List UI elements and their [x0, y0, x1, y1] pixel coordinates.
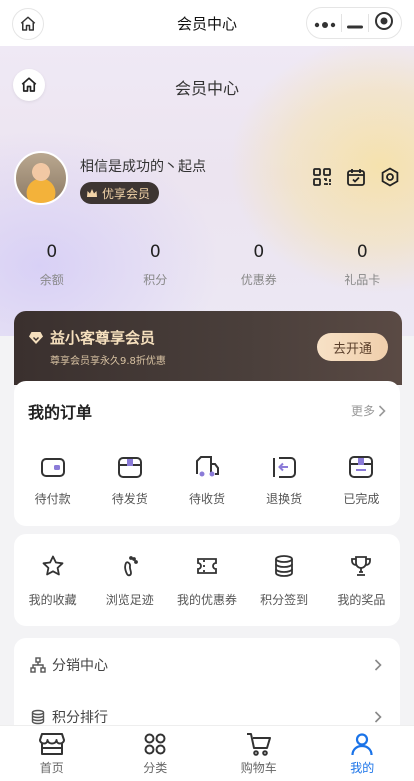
avatar[interactable] [14, 151, 68, 205]
more-dots-icon[interactable] [314, 14, 336, 33]
menu-item-label: 分销中心 [52, 658, 108, 674]
nickname: 相信是成功的丶起点 [80, 159, 206, 175]
grid-icon [144, 733, 166, 755]
stat-coupons[interactable]: 0 优惠券 [207, 242, 311, 288]
tool-label: 我的优惠券 [176, 593, 237, 607]
menu-item-distribution[interactable]: 分销中心 [14, 640, 400, 690]
order-status-label: 已完成 [343, 492, 380, 506]
chevron-right-icon [374, 711, 382, 723]
vip-level-label: 优享会员 [102, 186, 151, 201]
completed-box-icon [347, 453, 375, 481]
user-icon [351, 733, 373, 756]
order-pending-receipt[interactable]: 待收货 [168, 453, 245, 507]
tab-category[interactable]: 分类 [104, 726, 208, 781]
order-pending-shipment[interactable]: 待发货 [91, 453, 168, 507]
my-orders-card: 我的订单 更多 待付款 待发货 待收货 退换货 已完成 [14, 381, 400, 526]
package-icon [116, 453, 144, 481]
chevron-right-icon [374, 659, 382, 671]
asset-stats: 0 余额 0 积分 0 优惠券 0 礼品卡 [0, 242, 414, 288]
tool-label: 我的奖品 [337, 593, 386, 607]
stat-label: 积分 [143, 273, 168, 287]
star-icon [39, 552, 67, 580]
network-icon [30, 657, 46, 673]
member-hero: 会员中心 相信是成功的丶起点 优享会员 0 余额 0 积分 0 优惠券 0 礼品… [0, 46, 414, 336]
tool-coupons[interactable]: 我的优惠券 [168, 552, 245, 608]
minimize-icon[interactable] [346, 14, 363, 33]
crown-icon [87, 189, 97, 197]
mini-program-capsule [306, 7, 402, 39]
menu-item-label: 积分排行 [52, 710, 108, 726]
stat-label: 礼品卡 [344, 273, 381, 287]
home-icon [20, 16, 36, 31]
stat-label: 余额 [39, 273, 64, 287]
order-status-label: 待发货 [111, 492, 148, 506]
hero-actions [312, 167, 400, 187]
order-pending-payment[interactable]: 待付款 [14, 453, 91, 507]
close-target-icon[interactable] [374, 11, 394, 35]
tab-label: 我的 [350, 761, 375, 775]
tab-cart[interactable]: 购物车 [207, 726, 311, 781]
stat-balance[interactable]: 0 余额 [0, 242, 104, 288]
tab-mine[interactable]: 我的 [311, 726, 414, 781]
order-status-label: 退换货 [266, 492, 303, 506]
order-returns[interactable]: 退换货 [246, 453, 323, 507]
orders-more-link[interactable]: 更多 [351, 402, 386, 419]
tool-label: 浏览足迹 [105, 593, 154, 607]
tool-points-checkin[interactable]: 积分签到 [246, 552, 323, 608]
qrcode-icon[interactable] [312, 167, 332, 187]
tab-label: 首页 [39, 761, 64, 775]
menu-list-card: 分销中心 积分排行 [14, 638, 400, 738]
top-nav-bar: 会员中心 [0, 0, 414, 46]
vip-banner-subtitle: 尊享会员享永久9.8折优惠 [50, 356, 166, 367]
stat-value: 0 [46, 242, 58, 262]
tool-favorites[interactable]: 我的收藏 [14, 552, 91, 608]
order-status-label: 待付款 [34, 492, 71, 506]
order-status-label: 待收货 [188, 492, 225, 506]
cart-icon [246, 733, 271, 756]
stat-value: 0 [253, 242, 265, 262]
open-vip-button[interactable]: 去开通 [317, 333, 388, 361]
coins-icon [270, 552, 298, 580]
diamond-heart-icon [29, 331, 43, 344]
capsule-divider [368, 14, 370, 32]
order-status-row: 待付款 待发货 待收货 退换货 已完成 [14, 453, 400, 507]
truck-icon [193, 453, 221, 481]
home-button[interactable] [12, 8, 44, 40]
tab-label: 分类 [143, 761, 168, 775]
stat-gift-cards[interactable]: 0 礼品卡 [311, 242, 414, 288]
tools-row: 我的收藏 浏览足迹 我的优惠券 积分签到 我的奖品 [14, 552, 400, 608]
page-title: 会员中心 [176, 14, 237, 33]
tab-home[interactable]: 首页 [0, 726, 104, 781]
return-icon [270, 453, 298, 481]
vip-membership-banner[interactable]: 益小客尊享会员 尊享会员享永久9.8折优惠 去开通 [14, 311, 402, 385]
settings-icon[interactable] [380, 167, 400, 187]
stat-label: 优惠券 [240, 273, 277, 287]
tool-prizes[interactable]: 我的奖品 [323, 552, 400, 608]
bottom-tab-bar: 首页 分类 购物车 我的 [0, 725, 414, 781]
more-label: 更多 [350, 404, 375, 418]
stat-value: 0 [356, 242, 368, 262]
capsule-divider [340, 14, 342, 32]
member-tools-card: 我的收藏 浏览足迹 我的优惠券 积分签到 我的奖品 [14, 534, 400, 626]
calendar-checkin-icon[interactable] [346, 167, 366, 187]
hero-title: 会员中心 [174, 79, 239, 98]
wallet-icon [39, 453, 67, 481]
stat-value: 0 [149, 242, 161, 262]
vip-banner-title: 益小客尊享会员 [28, 327, 155, 348]
ticket-icon [193, 552, 221, 580]
trophy-icon [347, 552, 375, 580]
database-icon [31, 709, 45, 725]
tab-label: 购物车 [240, 761, 277, 775]
vip-banner-title-text: 益小客尊享会员 [50, 329, 156, 347]
orders-title: 我的订单 [28, 403, 93, 422]
tool-footprints[interactable]: 浏览足迹 [91, 552, 168, 608]
tool-label: 我的收藏 [28, 593, 77, 607]
shop-icon [38, 733, 65, 755]
vip-level-badge: 优享会员 [80, 182, 160, 204]
footprint-icon [116, 552, 144, 580]
tool-label: 积分签到 [260, 593, 309, 607]
chevron-right-icon [378, 404, 386, 417]
order-completed[interactable]: 已完成 [323, 453, 400, 507]
stat-points[interactable]: 0 积分 [104, 242, 208, 288]
